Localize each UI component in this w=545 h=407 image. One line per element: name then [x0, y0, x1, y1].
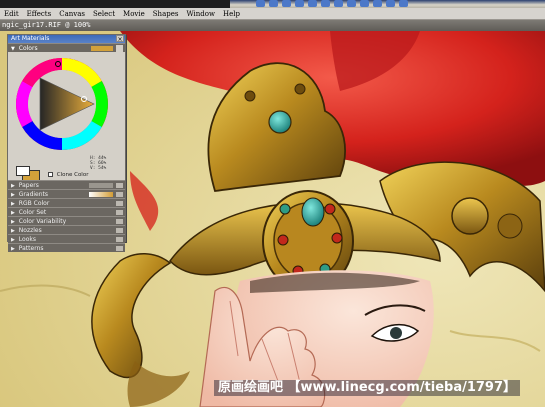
quicklaunch-icon[interactable] — [321, 0, 330, 7]
palette-title-bar[interactable]: Art Materials × — [8, 35, 125, 43]
quicklaunch-icon[interactable] — [282, 0, 291, 7]
painter-app-window: Edit Effects Canvas Select Movie Shapes … — [0, 0, 545, 407]
section-menu-icon[interactable] — [116, 192, 123, 197]
menu-select[interactable]: Select — [89, 10, 119, 18]
section-label: Gradients — [18, 191, 49, 198]
section-patterns[interactable]: ▶ Patterns — [8, 243, 125, 252]
taskbar-dark-region — [0, 0, 230, 8]
quicklaunch-icon[interactable] — [399, 0, 408, 7]
section-label: Nozzles — [18, 227, 42, 234]
quicklaunch-icon[interactable] — [334, 0, 343, 7]
menu-window[interactable]: Window — [182, 10, 219, 18]
colors-section-label: Colors — [18, 45, 38, 52]
hsv-readout: H: 44% S: 66% V: 54% — [90, 156, 106, 171]
section-nozzles[interactable]: ▶ Nozzles — [8, 225, 125, 234]
quicklaunch-icon[interactable] — [295, 0, 304, 7]
section-gradients[interactable]: ▶ Gradients — [8, 189, 125, 198]
section-menu-icon[interactable] — [116, 228, 123, 233]
section-color-set[interactable]: ▶ Color Set — [8, 207, 125, 216]
value-value: V: 54% — [90, 166, 107, 171]
section-rgb-color[interactable]: ▶ RGB Color — [8, 198, 125, 207]
triangle-right-icon: ▶ — [11, 246, 15, 252]
clone-color-checkbox[interactable] — [48, 172, 53, 177]
current-color-indicator — [91, 46, 113, 51]
os-taskbar-strip — [0, 0, 545, 8]
quicklaunch-icon[interactable] — [269, 0, 278, 7]
section-label: Looks — [18, 236, 36, 243]
clone-color-label: Clone Color — [56, 172, 89, 178]
quicklaunch-icon[interactable] — [373, 0, 382, 7]
section-menu-icon[interactable] — [116, 219, 123, 224]
colors-panel: H: 44% S: 66% V: 54% Clone Color — [8, 52, 125, 182]
section-menu-icon[interactable] — [116, 210, 123, 215]
menu-shapes[interactable]: Shapes — [149, 10, 183, 18]
close-icon[interactable]: × — [116, 35, 124, 43]
section-color-variability[interactable]: ▶ Color Variability — [8, 216, 125, 225]
section-label: Color Set — [18, 209, 47, 216]
menu-bar: Edit Effects Canvas Select Movie Shapes … — [0, 8, 545, 20]
quicklaunch-icon[interactable] — [360, 0, 369, 7]
section-label: RGB Color — [18, 200, 50, 207]
site-watermark: 原画绘画吧 【www.linecg.com/tieba/1797】 — [214, 380, 521, 396]
menu-movie[interactable]: Movie — [119, 10, 149, 18]
section-label: Color Variability — [18, 218, 67, 225]
section-label: Patterns — [18, 245, 44, 252]
gradient-preview — [89, 192, 113, 197]
quicklaunch-icon[interactable] — [256, 0, 265, 7]
paper-preview — [89, 183, 113, 188]
clone-color-option[interactable]: Clone Color — [48, 172, 88, 178]
quicklaunch-icon[interactable] — [386, 0, 395, 7]
color-wheel[interactable] — [14, 56, 110, 152]
section-menu-icon[interactable] — [116, 183, 123, 188]
menu-canvas[interactable]: Canvas — [55, 10, 89, 18]
quicklaunch-icon[interactable] — [308, 0, 317, 7]
section-menu-icon[interactable] — [116, 246, 123, 251]
colors-section-header[interactable]: ▼ Colors — [8, 43, 125, 52]
main-color-swatch[interactable] — [16, 166, 30, 176]
menu-help[interactable]: Help — [219, 10, 244, 18]
art-materials-palette[interactable]: Art Materials × ▼ Colors H: 44% S: 66% V… — [7, 34, 126, 252]
taskbar-quicklaunch — [256, 0, 408, 8]
menu-effects[interactable]: Effects — [23, 10, 56, 18]
section-menu-icon[interactable] — [116, 201, 123, 206]
document-title-bar[interactable]: ngic_gir17.RIF @ 100% — [0, 20, 545, 31]
quicklaunch-icon[interactable] — [347, 0, 356, 7]
menu-edit[interactable]: Edit — [0, 10, 23, 18]
section-papers[interactable]: ▶ Papers — [8, 180, 125, 189]
section-looks[interactable]: ▶ Looks — [8, 234, 125, 243]
section-label: Papers — [18, 182, 39, 189]
section-menu-icon[interactable] — [116, 45, 123, 52]
section-menu-icon[interactable] — [116, 237, 123, 242]
palette-title: Art Materials — [11, 35, 50, 42]
